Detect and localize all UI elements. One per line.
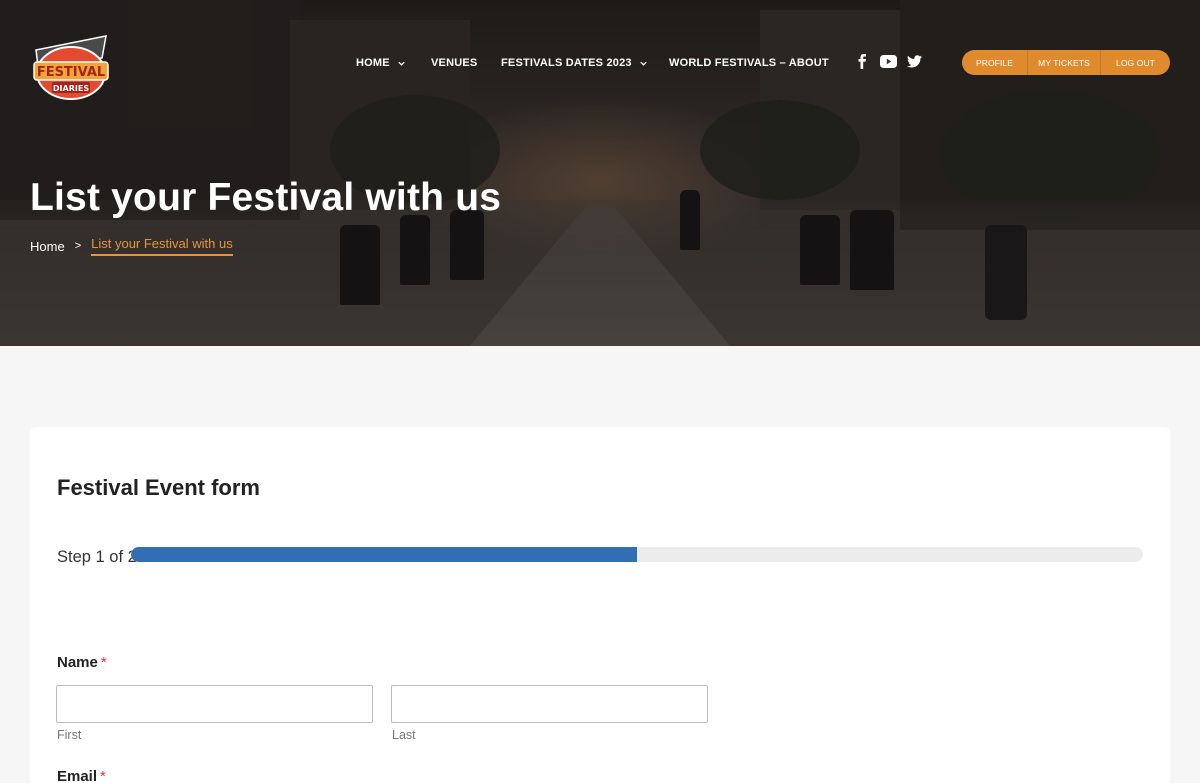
nav-world-festivals[interactable]: WORLD FESTIVALS – ABOUT (669, 52, 829, 74)
logo-text-festival: FESTIVAL (37, 65, 105, 80)
nav-venues-label: VENUES (431, 57, 478, 69)
chevron-down-icon (640, 61, 647, 66)
form-card: Festival Event form Step 1 of 2 Name * Fi… (30, 427, 1170, 783)
first-name-sublabel: First (57, 728, 82, 742)
first-name-input[interactable] (56, 685, 373, 723)
nav-venues[interactable]: VENUES (431, 52, 477, 74)
page-title: List your Festival with us (30, 176, 502, 219)
form-title: Festival Event form (57, 475, 260, 500)
progress-bar (131, 547, 1143, 562)
social-links (856, 54, 922, 69)
breadcrumb-current: List your Festival with us (91, 236, 233, 256)
last-name-sublabel: Last (392, 728, 416, 742)
nav-festival-dates[interactable]: FESTIVALS DATES 2023 (501, 52, 648, 74)
name-label-text: Name (57, 654, 98, 671)
my-tickets-button[interactable]: MY TICKETS (1028, 50, 1100, 75)
nav-home[interactable]: HOME (356, 52, 406, 74)
name-label: Name * (57, 654, 107, 671)
chevron-down-icon (398, 61, 405, 66)
facebook-icon[interactable] (856, 54, 868, 69)
youtube-icon[interactable] (880, 55, 897, 68)
log-out-button[interactable]: LOG OUT (1101, 50, 1170, 75)
account-menu: PROFILE MY TICKETS LOG OUT (962, 50, 1170, 75)
breadcrumb-separator-icon: > (74, 240, 82, 252)
site-logo[interactable]: FESTIVAL DIARIES (30, 28, 112, 102)
last-name-input[interactable] (391, 685, 708, 723)
required-mark: * (100, 654, 107, 671)
twitter-icon[interactable] (907, 55, 922, 68)
breadcrumb-home[interactable]: Home (30, 239, 65, 254)
nav-world-festivals-label: WORLD FESTIVALS – ABOUT (669, 57, 829, 69)
nav-festival-dates-label: FESTIVALS DATES 2023 (501, 57, 632, 69)
logo-text-diaries: DIARIES (53, 84, 89, 93)
nav-home-label: HOME (356, 57, 390, 69)
required-mark: * (100, 768, 106, 783)
step-indicator: Step 1 of 2 (57, 548, 137, 566)
progress-bar-fill (131, 547, 637, 562)
email-label-text: Email (57, 768, 98, 783)
email-label: Email * (57, 768, 106, 783)
profile-button[interactable]: PROFILE (962, 50, 1027, 75)
breadcrumb: Home > List your Festival with us (30, 236, 233, 256)
